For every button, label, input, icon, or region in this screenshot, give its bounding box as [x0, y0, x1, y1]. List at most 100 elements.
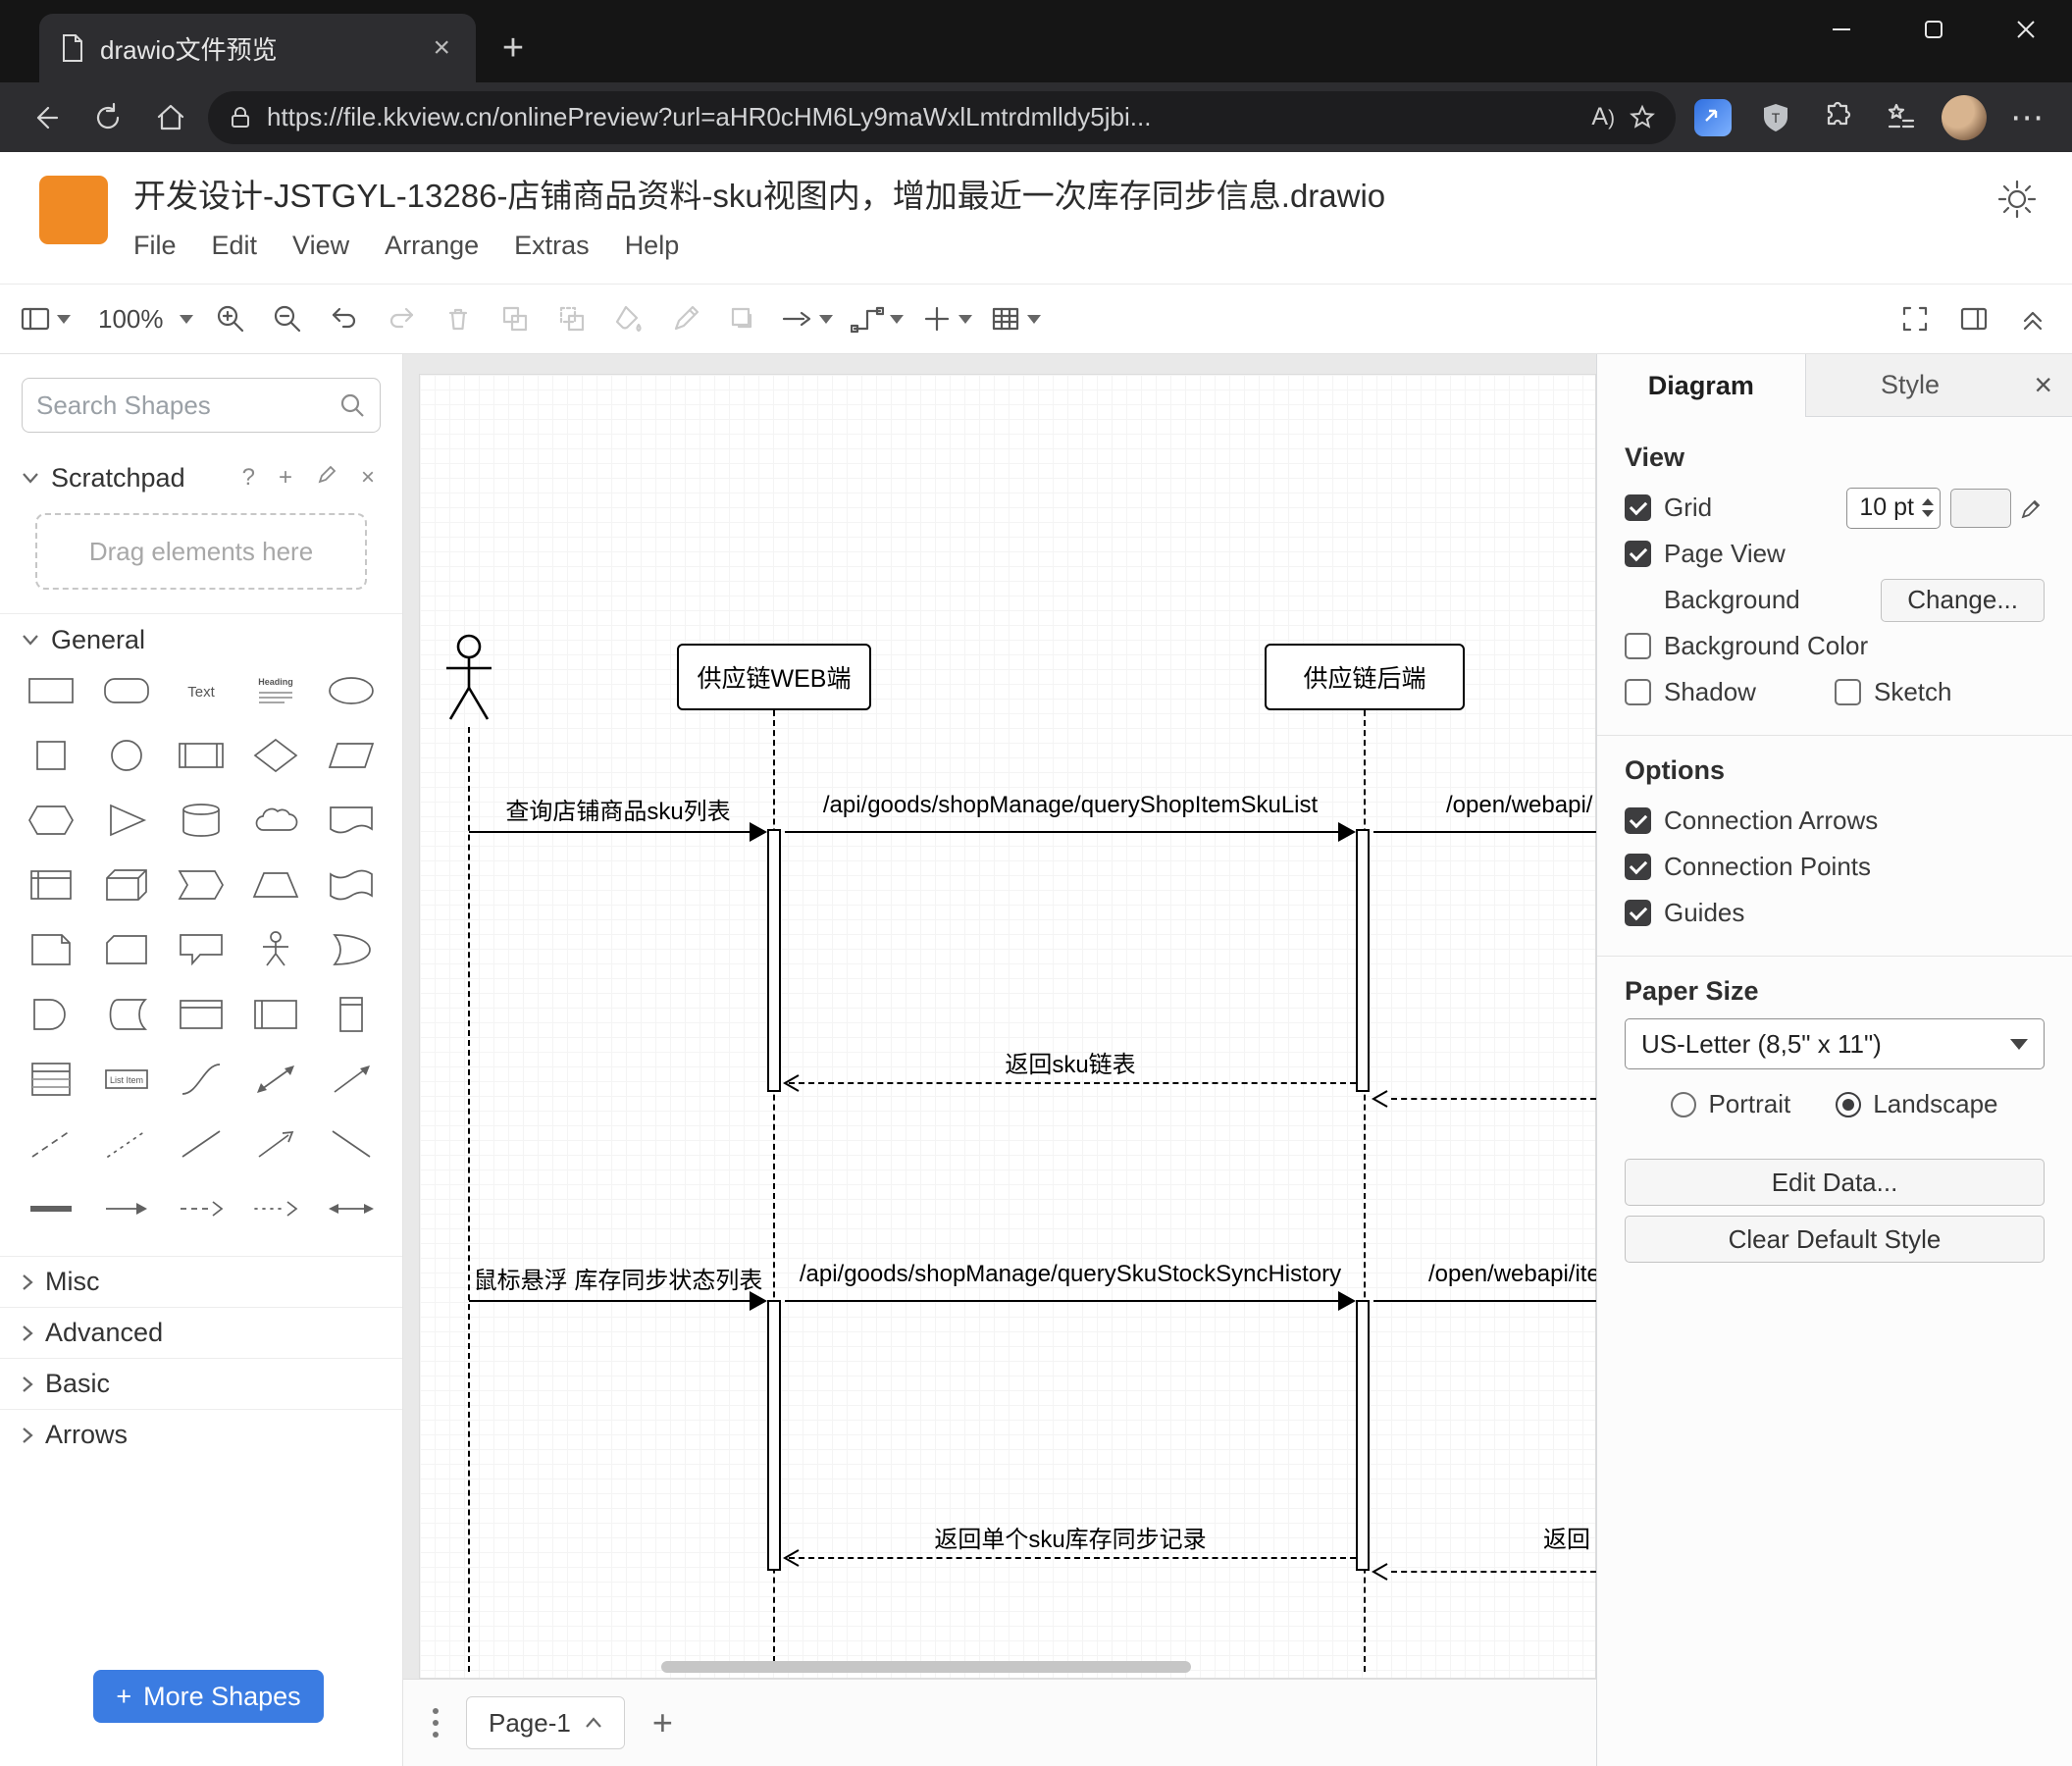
address-bar[interactable]: https://file.kkview.cn/onlinePreview?url… [208, 90, 1676, 144]
participant-web[interactable]: 供应链WEB端 [677, 644, 871, 710]
grid-color-swatch[interactable] [1950, 488, 2011, 528]
message-label[interactable]: 返回单个sku库存同步记录 [934, 1520, 1206, 1554]
connection-style-icon[interactable] [774, 292, 839, 345]
message-label[interactable]: /api/goods/shopManage/querySkuStockSyncH… [800, 1261, 1341, 1288]
clear-default-style-button[interactable]: Clear Default Style [1625, 1216, 2045, 1263]
shadow-icon[interactable] [717, 292, 768, 345]
activation-bar[interactable] [1356, 1300, 1370, 1571]
activation-bar[interactable] [1356, 829, 1370, 1092]
message-label[interactable]: /open/webapi/ [1446, 792, 1592, 819]
shape-curve-icon[interactable] [169, 1058, 233, 1101]
shape-list-icon[interactable] [19, 1058, 83, 1101]
shape-cube-icon[interactable] [94, 863, 159, 907]
grid-size-stepper[interactable] [1922, 498, 1934, 517]
menu-arrange[interactable]: Arrange [385, 231, 479, 261]
shape-document-icon[interactable] [319, 799, 384, 842]
shape-dotted-arrow-icon[interactable] [243, 1187, 308, 1230]
shape-note-icon[interactable] [19, 928, 83, 971]
shape-rectangle-icon[interactable] [19, 669, 83, 712]
browser-tab[interactable]: drawio文件预览 × [39, 14, 476, 82]
participant-backend[interactable]: 供应链后端 [1265, 644, 1465, 710]
scratchpad-close-icon[interactable]: × [355, 464, 381, 492]
extensions-icon[interactable] [1813, 92, 1864, 143]
tab-diagram[interactable]: Diagram [1597, 354, 1806, 417]
connection-points-checkbox[interactable] [1625, 854, 1651, 880]
shape-trapezoid-icon[interactable] [243, 863, 308, 907]
menu-extras[interactable]: Extras [514, 231, 590, 261]
zoom-out-icon[interactable] [262, 292, 313, 345]
add-page-icon[interactable]: + [652, 1702, 673, 1743]
back-icon[interactable] [20, 92, 71, 143]
landscape-radio[interactable]: Landscape [1836, 1089, 1998, 1119]
page-tab[interactable]: Page-1 [466, 1696, 625, 1749]
favorite-star-icon[interactable] [1629, 104, 1656, 131]
edit-data-button[interactable]: Edit Data... [1625, 1159, 2045, 1206]
shadow-checkbox[interactable] [1625, 679, 1651, 705]
window-maximize-button[interactable] [1888, 0, 1980, 59]
more-shapes-button[interactable]: + More Shapes [93, 1670, 324, 1723]
shape-callout-icon[interactable] [169, 928, 233, 971]
diagram-canvas[interactable]: 供应链WEB端 供应链后端 查询店铺商品sku列表 /api/goods/sho… [403, 354, 1596, 1679]
shape-or-icon[interactable] [319, 928, 384, 971]
waypoints-icon[interactable] [845, 292, 909, 345]
shape-process-icon[interactable] [169, 734, 233, 777]
shape-parallelogram-icon[interactable] [319, 734, 384, 777]
guides-checkbox[interactable] [1625, 900, 1651, 926]
zoom-dropdown[interactable]: 100% [82, 292, 199, 345]
shape-data-storage-icon[interactable] [94, 993, 159, 1036]
theme-toggle-icon[interactable] [1995, 178, 2039, 221]
scratchpad-drop-area[interactable]: Drag elements here [35, 513, 367, 590]
shape-dotted-line-icon[interactable] [94, 1122, 159, 1166]
message-label[interactable]: 查询店铺商品sku列表 [505, 792, 730, 826]
line-color-icon[interactable] [660, 292, 711, 345]
view-panels-button[interactable] [14, 292, 77, 345]
message-label[interactable]: /api/goods/shopManage/queryShopItemSkuLi… [823, 792, 1318, 819]
shape-card-icon[interactable] [94, 928, 159, 971]
settings-more-icon[interactable]: ⋯ [2001, 92, 2052, 143]
fullscreen-icon[interactable] [1890, 292, 1941, 345]
activation-bar[interactable] [767, 1300, 781, 1571]
message-label[interactable]: /open/webapi/item [1428, 1261, 1596, 1288]
window-close-button[interactable] [1980, 0, 2072, 59]
shape-arrow-icon[interactable] [319, 1058, 384, 1101]
shape-ellipse-icon[interactable] [319, 669, 384, 712]
shape-actor-icon[interactable] [243, 928, 308, 971]
shape-step-icon[interactable] [169, 863, 233, 907]
message-label[interactable]: 返回 [1543, 1520, 1590, 1554]
panel-close-icon[interactable]: × [2014, 354, 2072, 416]
section-basic[interactable]: Basic [0, 1358, 402, 1409]
shape-circle-icon[interactable] [94, 734, 159, 777]
shape-heading-icon[interactable]: Heading [243, 669, 308, 712]
search-shapes-box[interactable] [22, 378, 381, 433]
sketch-checkbox[interactable] [1835, 679, 1861, 705]
undo-icon[interactable] [319, 292, 370, 345]
redo-icon[interactable] [376, 292, 427, 345]
horizontal-scrollbar[interactable] [661, 1661, 1191, 1673]
fill-color-icon[interactable] [603, 292, 654, 345]
tab-close-icon[interactable]: × [425, 31, 458, 65]
shape-cylinder-icon[interactable] [169, 799, 233, 842]
shape-double-arrow-icon[interactable] [319, 1187, 384, 1230]
new-tab-button[interactable]: + [486, 21, 541, 76]
menu-file[interactable]: File [133, 231, 177, 261]
scratchpad-edit-icon[interactable] [310, 464, 343, 493]
message-label[interactable]: 鼠标悬浮 库存同步状态列表 [474, 1261, 763, 1295]
message-label[interactable]: 返回sku链表 [1005, 1045, 1135, 1079]
shape-container-icon[interactable] [169, 993, 233, 1036]
shape-and-icon[interactable] [19, 993, 83, 1036]
change-background-button[interactable]: Change... [1881, 578, 2045, 622]
section-general[interactable]: General [0, 614, 402, 665]
window-minimize-button[interactable] [1795, 0, 1888, 59]
table-icon[interactable] [984, 292, 1047, 345]
actor-figure[interactable] [439, 633, 497, 727]
shape-text-icon[interactable]: Text [169, 669, 233, 712]
section-misc[interactable]: Misc [0, 1256, 402, 1307]
section-advanced[interactable]: Advanced [0, 1307, 402, 1358]
format-panel-toggle-icon[interactable] [1948, 292, 1999, 345]
to-front-icon[interactable] [490, 292, 541, 345]
page-view-checkbox[interactable] [1625, 541, 1651, 567]
profile-avatar[interactable] [1939, 92, 1990, 143]
shape-diagonal-line-icon[interactable] [319, 1122, 384, 1166]
shape-link-icon[interactable] [19, 1187, 83, 1230]
shape-triangle-icon[interactable] [94, 799, 159, 842]
